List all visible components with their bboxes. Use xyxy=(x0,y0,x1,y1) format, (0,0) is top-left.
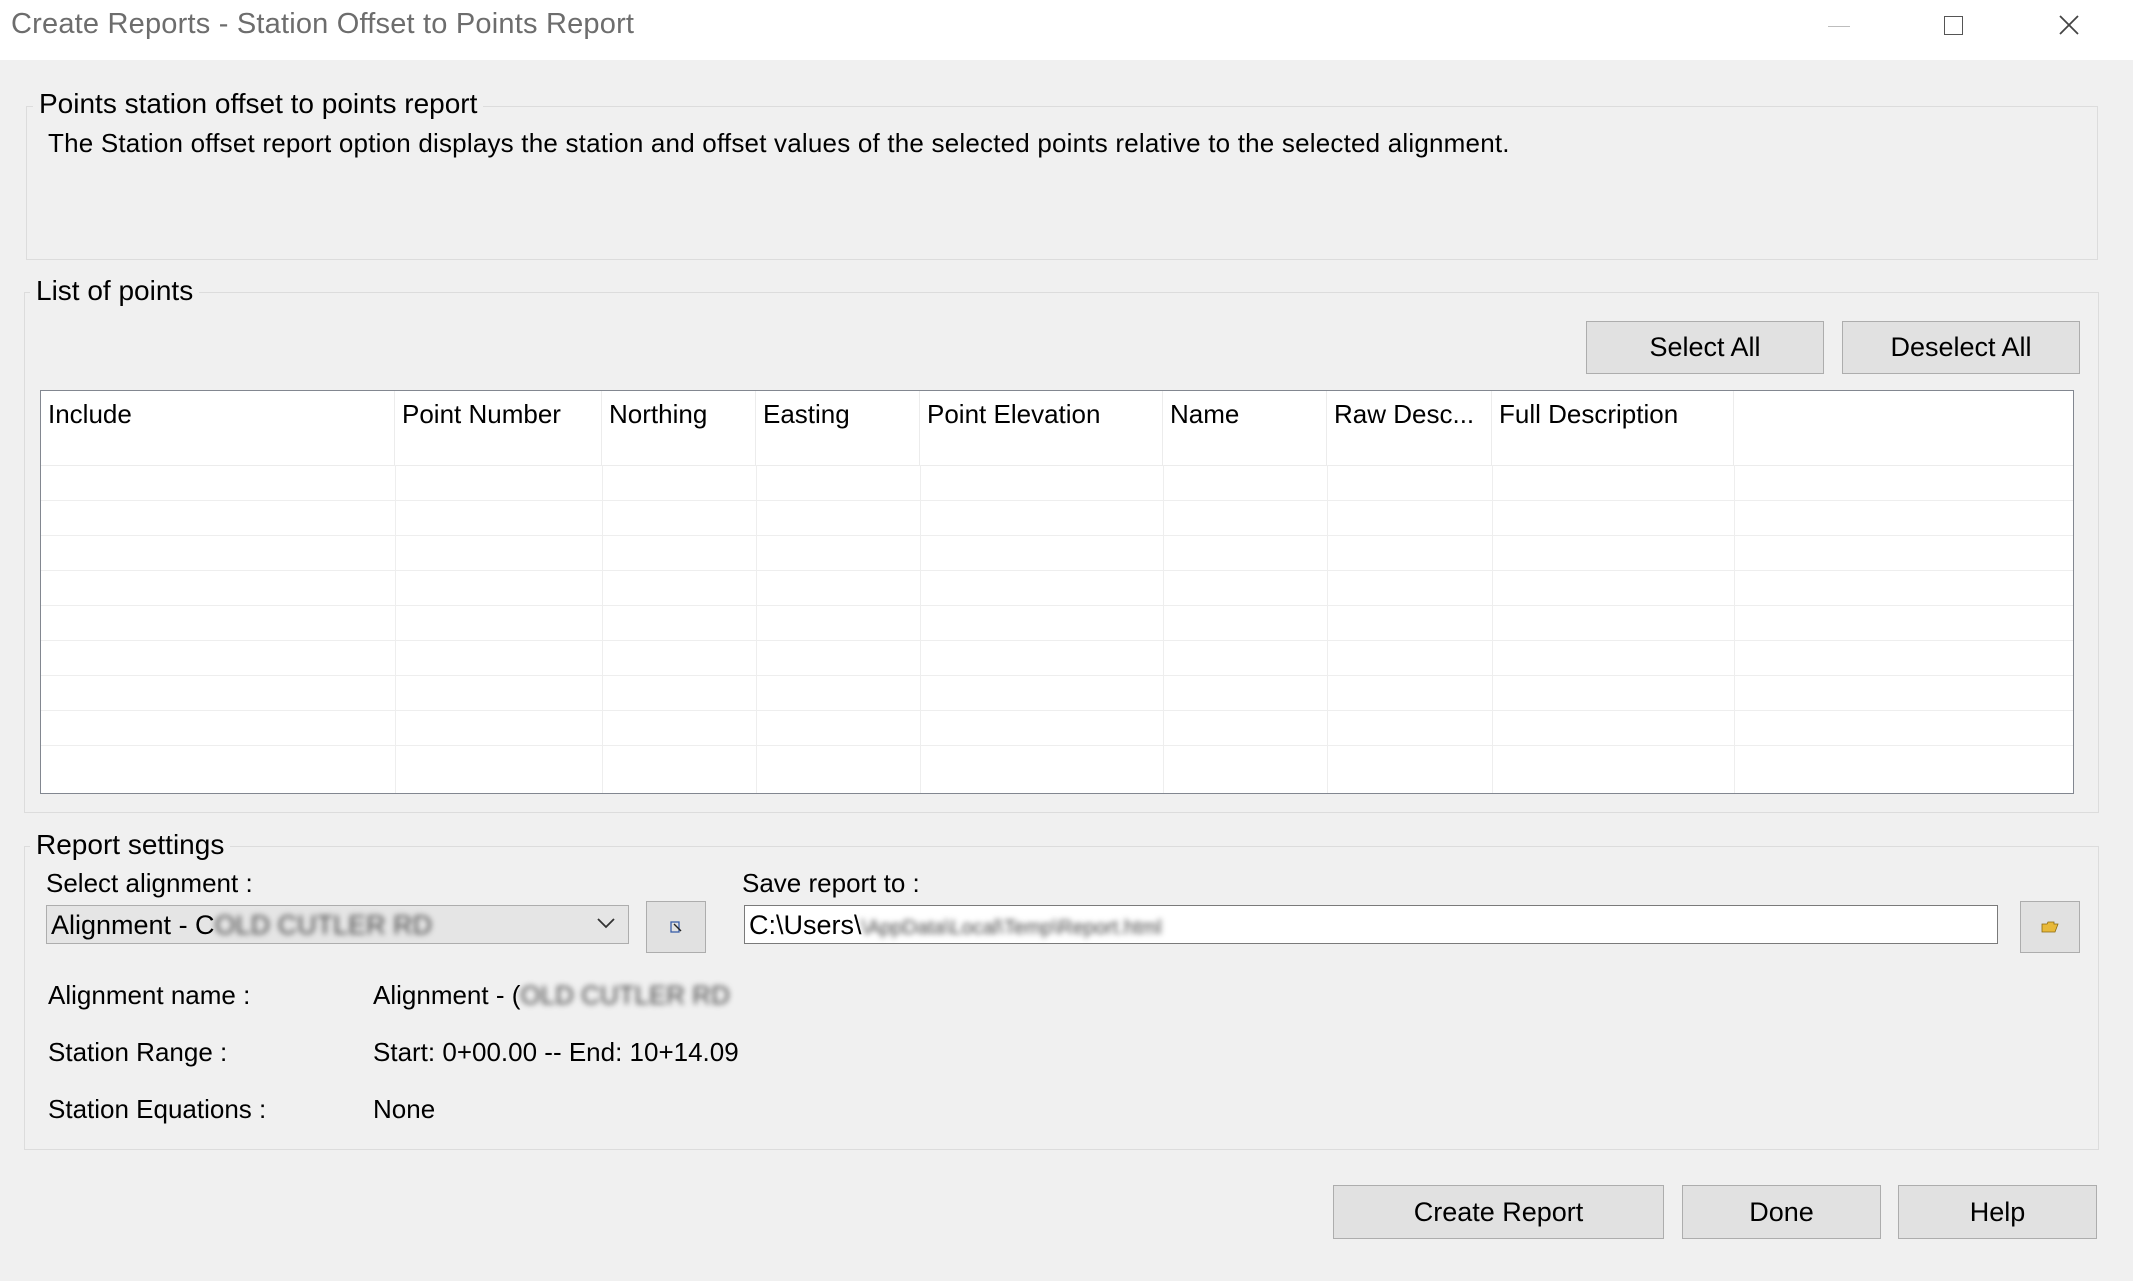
grid-line xyxy=(395,465,396,793)
grid-line xyxy=(1163,465,1164,793)
browse-save-location-button[interactable] xyxy=(2020,901,2080,953)
points-group-title: List of points xyxy=(30,275,200,307)
maximize-button[interactable] xyxy=(1922,0,1984,50)
alignment-dropdown-text: Alignment - C xyxy=(51,910,215,940)
column-header-filler xyxy=(1734,391,2073,465)
folder-browse-icon xyxy=(2041,921,2059,933)
grid-line xyxy=(1734,465,1735,793)
grid-line xyxy=(756,465,757,793)
deselect-all-button[interactable]: Deselect All xyxy=(1842,321,2080,374)
points-table[interactable]: Include Point Number Northing Easting Po… xyxy=(40,390,2074,794)
points-table-header: Include Point Number Northing Easting Po… xyxy=(41,391,2073,466)
alignment-name-obscured: OLD CUTLER RD xyxy=(520,980,730,1010)
chevron-down-icon xyxy=(597,918,615,929)
done-button[interactable]: Done xyxy=(1682,1185,1881,1239)
window-title: Create Reports - Station Offset to Point… xyxy=(11,8,635,40)
minimize-icon xyxy=(1828,25,1850,27)
alignment-dropdown-value: Alignment - COLD CUTLER RD xyxy=(51,910,432,941)
grid-line xyxy=(41,500,2073,501)
description-text: The Station offset report option display… xyxy=(48,128,1510,158)
save-report-path-obscured: \AppData\Local\Temp\Report.html xyxy=(861,917,1162,939)
column-header-point-number[interactable]: Point Number xyxy=(395,391,602,465)
alignment-name-label: Alignment name : xyxy=(48,980,251,1010)
grid-line xyxy=(602,465,603,793)
column-header-include[interactable]: Include xyxy=(41,391,395,465)
column-header-easting[interactable]: Easting xyxy=(756,391,920,465)
select-all-button[interactable]: Select All xyxy=(1586,321,1824,374)
grid-line xyxy=(41,640,2073,641)
save-report-path-value: C:\Users\\AppData\Local\Temp\Report.html xyxy=(749,910,1162,941)
description-group-title: Points station offset to points report xyxy=(33,88,484,120)
select-alignment-label: Select alignment : xyxy=(46,868,253,898)
alignment-name-value: Alignment - (OLD CUTLER RD xyxy=(373,980,730,1011)
station-equations-label: Station Equations : xyxy=(48,1094,267,1124)
save-report-path-text: C:\Users\ xyxy=(749,910,862,940)
grid-line xyxy=(1492,465,1493,793)
pick-alignment-button[interactable] xyxy=(646,901,706,953)
grid-line xyxy=(41,605,2073,606)
report-settings-group-title: Report settings xyxy=(30,829,231,861)
grid-line xyxy=(41,570,2073,571)
station-range-value: Start: 0+00.00 -- End: 10+14.09 xyxy=(373,1037,739,1067)
grid-line xyxy=(41,710,2073,711)
title-bar: Create Reports - Station Offset to Point… xyxy=(0,0,2133,60)
pick-from-drawing-icon xyxy=(670,921,682,933)
grid-line xyxy=(920,465,921,793)
grid-line xyxy=(41,675,2073,676)
create-report-button[interactable]: Create Report xyxy=(1333,1185,1664,1239)
column-header-point-elevation[interactable]: Point Elevation xyxy=(920,391,1163,465)
station-equations-value: None xyxy=(373,1094,436,1124)
minimize-button[interactable] xyxy=(1808,0,1870,50)
help-button[interactable]: Help xyxy=(1898,1185,2097,1239)
column-header-name[interactable]: Name xyxy=(1163,391,1327,465)
alignment-name-text: Alignment - ( xyxy=(373,980,521,1010)
close-button[interactable] xyxy=(2038,0,2100,50)
report-settings-group xyxy=(24,846,2099,1150)
alignment-dropdown[interactable]: Alignment - COLD CUTLER RD xyxy=(46,905,629,944)
close-icon xyxy=(2059,15,2079,35)
column-header-full-description[interactable]: Full Description xyxy=(1492,391,1734,465)
column-header-northing[interactable]: Northing xyxy=(602,391,756,465)
grid-line xyxy=(1327,465,1328,793)
maximize-icon xyxy=(1943,15,1963,35)
grid-line xyxy=(41,535,2073,536)
grid-line xyxy=(41,745,2073,746)
save-report-path-field[interactable]: C:\Users\\AppData\Local\Temp\Report.html xyxy=(744,905,1998,944)
column-header-raw-description[interactable]: Raw Desc... xyxy=(1327,391,1492,465)
save-report-label: Save report to : xyxy=(742,868,920,898)
station-range-label: Station Range : xyxy=(48,1037,228,1067)
alignment-dropdown-obscured: OLD CUTLER RD xyxy=(214,910,433,940)
